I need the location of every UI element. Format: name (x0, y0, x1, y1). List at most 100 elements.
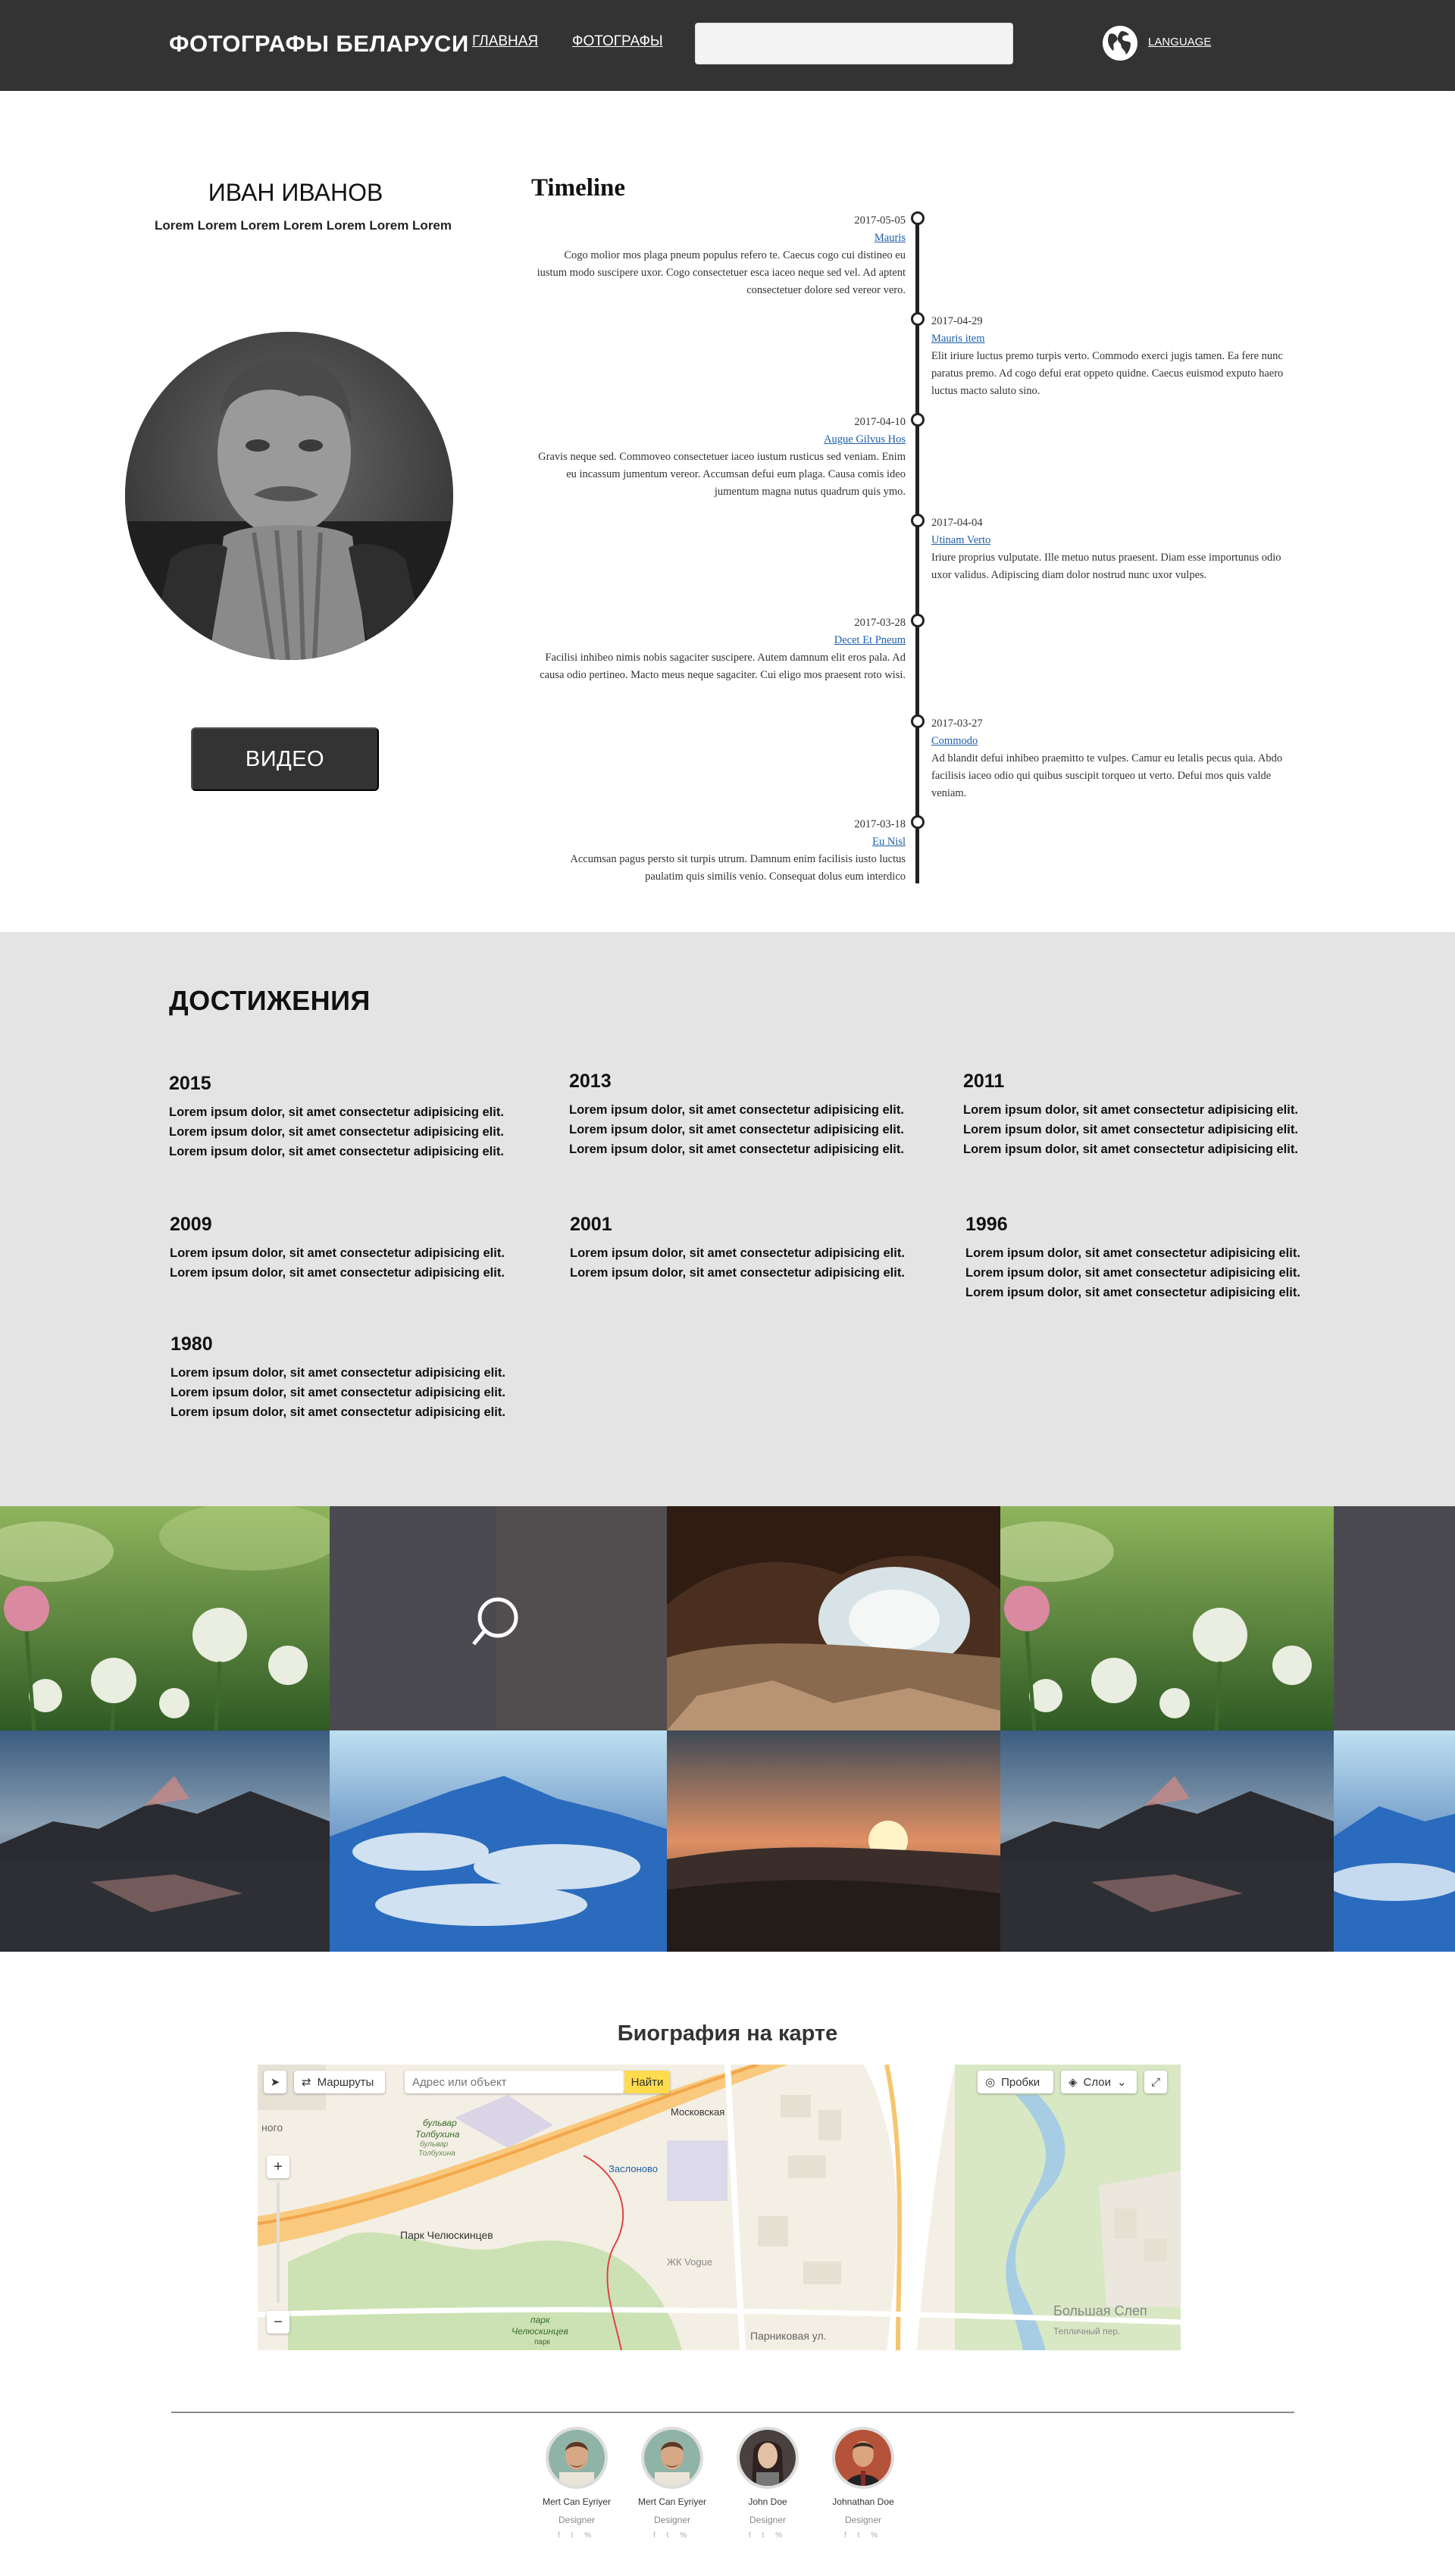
achievement-text: Lorem ipsum dolor, sit amet consectetur … (570, 1246, 905, 1260)
achievement-item: 2009 Lorem ipsum dolor, sit amet consect… (170, 1214, 549, 1283)
achievement-text: Lorem ipsum dolor, sit amet consectetur … (169, 1105, 504, 1119)
timeline-date: 2017-03-28 (854, 617, 906, 629)
search-input[interactable] (695, 23, 1013, 64)
map-label-boulevard-small-name: Толбухина (418, 2149, 455, 2158)
achievement-year: 2013 (569, 1071, 612, 1092)
map-find-button[interactable]: Найти (624, 2071, 670, 2093)
team-member: Mert Can Eyriyer Designer f t % (531, 2427, 622, 2540)
gallery-photo-search-overlay[interactable] (330, 1506, 667, 1730)
timeline-date: 2017-05-05 (854, 214, 906, 227)
gallery-photo-mountain-lake[interactable] (0, 1730, 330, 1952)
timeline-text: Ad blandit defui inhibeo praemitto te vu… (931, 752, 1283, 799)
achievement-text: Lorem ipsum dolor, sit amet consectetur … (170, 1246, 505, 1260)
achievements-title: ДОСТИЖЕНИЯ (169, 985, 371, 1016)
traffic-button[interactable]: ◎ Пробки (978, 2071, 1053, 2093)
achievement-text: Lorem ipsum dolor, sit amet consectetur … (170, 1266, 505, 1280)
team-member-role: Designer (653, 2515, 691, 2525)
achievement-item: 1996 Lorem ipsum dolor, sit amet consect… (965, 1214, 1344, 1302)
achievement-text: Lorem ipsum dolor, sit amet consectetur … (965, 1286, 1300, 1299)
timeline-heading-link[interactable]: Eu Nisl (872, 836, 906, 848)
gallery-photo-clouds[interactable] (330, 1730, 667, 1952)
timeline-heading-link[interactable]: Commodo (931, 735, 978, 747)
team-member-social-links[interactable]: f t % (818, 2531, 909, 2540)
achievement-year: 1996 (965, 1214, 1008, 1235)
achievement-text: Lorem ipsum dolor, sit amet consectetur … (569, 1143, 904, 1156)
map-label-area: Большая Слеп (1053, 2303, 1147, 2318)
timeline-item: 2017-05-05 Mauris Cogo molior mos plaga … (534, 212, 906, 299)
team-member-name: Mert Can Eyriyer (637, 2496, 707, 2507)
achievement-item: 2001 Lorem ipsum dolor, sit amet consect… (570, 1214, 949, 1283)
chevron-down-icon: ⌄ (1117, 2076, 1127, 2089)
gallery-photo-mountain-lake-2[interactable] (1000, 1730, 1334, 1952)
map-label-complex: ЖК Vogue (667, 2256, 713, 2268)
achievement-text: Lorem ipsum dolor, sit amet consectetur … (171, 1366, 505, 1380)
timeline-text: Gravis neque sed. Commoveo consectetuer … (538, 451, 906, 498)
timeline-date: 2017-03-18 (854, 818, 906, 830)
map-search-input[interactable] (405, 2071, 624, 2093)
timeline-heading-link[interactable]: Decet Et Pneum (834, 634, 906, 646)
timeline-title: Timeline (531, 174, 626, 202)
team-member-social-links[interactable]: f t % (531, 2531, 622, 2540)
gallery-photo-clover[interactable] (0, 1506, 330, 1730)
achievement-text: Lorem ipsum dolor, sit amet consectetur … (171, 1386, 505, 1399)
video-button[interactable]: ВИДЕО (191, 727, 379, 791)
plus-icon: + (274, 2158, 283, 2175)
timeline-item: 2017-04-29 Mauris item Elit iriure luctu… (931, 313, 1303, 400)
timeline-date: 2017-04-29 (931, 315, 983, 327)
layers-button[interactable]: ◈ Слои ⌄ (1061, 2071, 1137, 2093)
timeline-dot (911, 514, 925, 527)
achievement-item: 2013 Lorem ipsum dolor, sit amet consect… (569, 1071, 948, 1159)
expand-icon: ⤢ (1150, 2075, 1160, 2089)
footer-divider (171, 2412, 1294, 2413)
map-label-metro: Московская (671, 2106, 725, 2118)
team-member-name: John Doe (748, 2496, 787, 2507)
map-label-park-name: Челюскинцев (512, 2326, 568, 2337)
timeline-dot (911, 714, 925, 728)
timeline-heading-link[interactable]: Utinam Verto (931, 534, 990, 546)
timeline-text: Elit iriure luctus premo turpis verto. C… (931, 350, 1284, 397)
gallery-photo-clover-2[interactable] (1000, 1506, 1334, 1730)
timeline-dot (911, 815, 925, 829)
team-member-role: Designer (844, 2515, 882, 2525)
route-icon: ⇄ (302, 2076, 311, 2089)
zoom-in-button[interactable]: + (267, 2156, 289, 2178)
team-member-social-links[interactable]: f t % (627, 2531, 718, 2540)
gallery-photo-sunset[interactable] (667, 1730, 1000, 1952)
achievement-text: Lorem ipsum dolor, sit amet consectetur … (171, 1405, 505, 1419)
navigation-arrow-icon: ➤ (270, 2076, 280, 2089)
achievement-text: Lorem ipsum dolor, sit amet consectetur … (570, 1266, 905, 1280)
zoom-slider[interactable] (277, 2182, 280, 2303)
map-label-park-small: парк (534, 2338, 550, 2346)
biography-map[interactable]: Московская Заслоново Парк Челюскинцев ЖК… (258, 2065, 1181, 2350)
achievement-text: Lorem ipsum dolor, sit amet consectetur … (963, 1143, 1298, 1156)
timeline-heading-link[interactable]: Augue Gilvus Hos (824, 433, 906, 445)
fullscreen-button[interactable]: ⤢ (1144, 2071, 1167, 2093)
timeline-item: 2017-04-10 Augue Gilvus Hos Gravis neque… (534, 414, 906, 501)
layers-icon: ◈ (1069, 2076, 1078, 2089)
map-label-boulevard-small: бульвар (420, 2140, 449, 2149)
routes-button[interactable]: ⇄ Маршруты (294, 2071, 385, 2093)
gallery-photo-clouds-partial[interactable] (1334, 1730, 1455, 1952)
achievement-text: Lorem ipsum dolor, sit amet consectetur … (963, 1103, 1298, 1117)
achievement-text: Lorem ipsum dolor, sit amet consectetur … (965, 1246, 1300, 1260)
locate-button[interactable]: ➤ (264, 2071, 286, 2093)
team-member-social-links[interactable]: f t % (722, 2531, 813, 2540)
achievement-year: 1980 (171, 1333, 213, 1355)
achievement-text: Lorem ipsum dolor, sit amet consectetur … (963, 1123, 1298, 1136)
map-label-boulevard: бульвар (423, 2118, 457, 2128)
language-link[interactable]: LANGUAGE (1148, 36, 1211, 48)
timeline-heading-link[interactable]: Mauris (875, 232, 906, 244)
team-member-avatar (641, 2427, 703, 2489)
achievement-text: Lorem ipsum dolor, sit amet consectetur … (169, 1125, 504, 1139)
timeline-date: 2017-04-10 (854, 416, 906, 428)
gallery-photo-partial[interactable] (1334, 1506, 1455, 1730)
gallery-photo-cave[interactable] (667, 1506, 1000, 1730)
timeline-heading-link[interactable]: Mauris item (931, 333, 984, 345)
map-label-street: Парниковая ул. (750, 2330, 827, 2342)
zoom-out-button[interactable]: − (267, 2311, 289, 2334)
nav-link-home[interactable]: ГЛАВНАЯ (472, 33, 538, 50)
achievement-text: Lorem ipsum dolor, sit amet consectetur … (169, 1145, 504, 1158)
nav-link-photographers[interactable]: ФОТОГРАФЫ (572, 33, 663, 50)
globe-icon[interactable] (1102, 25, 1138, 61)
site-brand[interactable]: ФОТОГРАФЫ БЕЛАРУСИ (169, 30, 469, 58)
